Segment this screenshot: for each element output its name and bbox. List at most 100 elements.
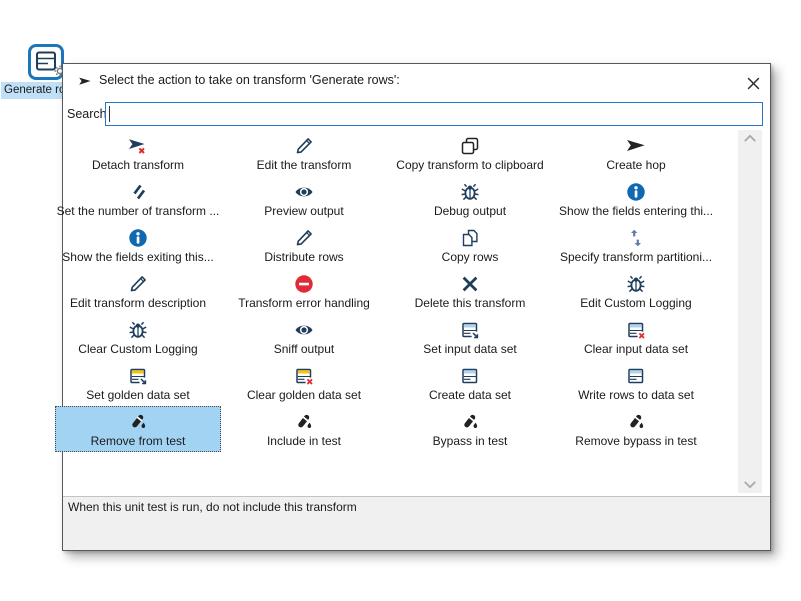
action-remove-bypass-in-test[interactable]: Remove bypass in test — [553, 406, 719, 452]
action-delete-this-transform[interactable]: Delete this transform — [387, 268, 553, 314]
action-label: Remove bypass in test — [575, 434, 696, 448]
canvas: Generate rows Select the action to take … — [0, 0, 801, 601]
info-icon — [626, 181, 646, 202]
dialog-title-row: Select the action to take on transform '… — [63, 64, 770, 98]
action-sniff-output[interactable]: Sniff output — [221, 314, 387, 360]
delete-x-icon — [460, 273, 480, 294]
action-remove-from-test[interactable]: Remove from test — [55, 406, 221, 452]
parallel-slashes-icon — [128, 181, 148, 202]
info-icon — [128, 227, 148, 248]
action-label: Edit Custom Logging — [580, 296, 691, 310]
action-label: Show the fields exiting this... — [62, 250, 213, 264]
copy-clipboard-icon — [460, 135, 480, 156]
text-caret — [109, 106, 110, 122]
testtube-icon — [460, 411, 480, 432]
scroll-up-icon[interactable] — [738, 130, 762, 147]
action-create-hop[interactable]: Create hop — [553, 130, 719, 176]
action-label: Transform error handling — [238, 296, 370, 310]
bug-icon — [626, 273, 646, 294]
action-label: Set input data set — [423, 342, 516, 356]
pencil-icon — [128, 273, 148, 294]
dataset-clear-gold-icon — [294, 365, 314, 386]
action-label: Set golden data set — [86, 388, 189, 402]
action-label: Delete this transform — [415, 296, 526, 310]
action-label: Write rows to data set — [578, 388, 694, 402]
dataset-set-gold-icon — [128, 365, 148, 386]
hop-arrow-icon — [626, 135, 646, 156]
testtube-icon — [128, 411, 148, 432]
search-row: Search — [63, 102, 770, 130]
action-clear-input-data-set[interactable]: Clear input data set — [553, 314, 719, 360]
action-label: Clear input data set — [584, 342, 688, 356]
search-input[interactable] — [105, 102, 763, 126]
action-set-input-data-set[interactable]: Set input data set — [387, 314, 553, 360]
action-label: Bypass in test — [433, 434, 508, 448]
detach-arrow-icon — [128, 135, 148, 156]
testtube-icon — [294, 411, 314, 432]
error-minus-icon — [294, 273, 314, 294]
action-set-the-number-of-transform[interactable]: Set the number of transform ... — [55, 176, 221, 222]
testtube-icon — [626, 411, 646, 432]
action-label: Include in test — [267, 434, 341, 448]
bug-icon — [128, 319, 148, 340]
action-write-rows-to-data-set[interactable]: Write rows to data set — [553, 360, 719, 406]
action-set-golden-data-set[interactable]: Set golden data set — [55, 360, 221, 406]
action-label: Copy transform to clipboard — [396, 158, 543, 172]
vertical-scrollbar[interactable] — [738, 130, 762, 493]
transform-step-generate-rows[interactable] — [28, 44, 64, 80]
action-label: Clear Custom Logging — [78, 342, 197, 356]
pencil-icon — [294, 135, 314, 156]
action-label: Sniff output — [274, 342, 335, 356]
action-label: Remove from test — [91, 434, 186, 448]
hop-arrow-icon — [77, 75, 93, 88]
dialog-title: Select the action to take on transform '… — [99, 73, 400, 87]
action-label: Set the number of transform ... — [57, 204, 220, 218]
action-show-the-fields-entering-thi[interactable]: Show the fields entering thi... — [553, 176, 719, 222]
action-detach-transform[interactable]: Detach transform — [55, 130, 221, 176]
action-label: Detach transform — [92, 158, 184, 172]
action-label: Create hop — [606, 158, 665, 172]
action-edit-transform-description[interactable]: Edit transform description — [55, 268, 221, 314]
bug-icon — [460, 181, 480, 202]
search-label: Search — [67, 107, 107, 121]
action-clear-custom-logging[interactable]: Clear Custom Logging — [55, 314, 221, 360]
action-grid: Detach transform Edit the transform Copy t… — [55, 130, 738, 452]
action-label: Edit transform description — [70, 296, 206, 310]
action-debug-output[interactable]: Debug output — [387, 176, 553, 222]
scroll-down-icon[interactable] — [738, 476, 762, 493]
dataset-clear-blue-icon — [626, 319, 646, 340]
partition-arrows-icon — [626, 227, 646, 248]
action-label: Debug output — [434, 204, 506, 218]
dataset-set-blue-icon — [460, 319, 480, 340]
action-label: Specify transform partitioni... — [560, 250, 712, 264]
action-copy-rows[interactable]: Copy rows — [387, 222, 553, 268]
action-label: Copy rows — [442, 250, 499, 264]
action-preview-output[interactable]: Preview output — [221, 176, 387, 222]
eye-icon — [294, 181, 314, 202]
status-bar: When this unit test is run, do not inclu… — [63, 496, 770, 550]
pencil-icon — [294, 227, 314, 248]
action-label: Clear golden data set — [247, 388, 361, 402]
action-specify-transform-partitioni[interactable]: Specify transform partitioni... — [553, 222, 719, 268]
close-icon[interactable] — [744, 74, 762, 92]
action-edit-the-transform[interactable]: Edit the transform — [221, 130, 387, 176]
action-edit-custom-logging[interactable]: Edit Custom Logging — [553, 268, 719, 314]
action-copy-transform-to-clipboard[interactable]: Copy transform to clipboard — [387, 130, 553, 176]
action-dialog: Select the action to take on transform '… — [62, 63, 771, 551]
dataset-plain-icon — [626, 365, 646, 386]
action-label: Preview output — [264, 204, 343, 218]
status-text: When this unit test is run, do not inclu… — [68, 500, 357, 514]
copy-pages-icon — [460, 227, 480, 248]
action-show-the-fields-exiting-this[interactable]: Show the fields exiting this... — [55, 222, 221, 268]
action-label: Show the fields entering thi... — [559, 204, 713, 218]
action-clear-golden-data-set[interactable]: Clear golden data set — [221, 360, 387, 406]
action-include-in-test[interactable]: Include in test — [221, 406, 387, 452]
action-distribute-rows[interactable]: Distribute rows — [221, 222, 387, 268]
eye-icon — [294, 319, 314, 340]
action-label: Create data set — [429, 388, 511, 402]
action-label: Distribute rows — [264, 250, 343, 264]
dataset-plain-icon — [460, 365, 480, 386]
action-create-data-set[interactable]: Create data set — [387, 360, 553, 406]
action-bypass-in-test[interactable]: Bypass in test — [387, 406, 553, 452]
action-transform-error-handling[interactable]: Transform error handling — [221, 268, 387, 314]
